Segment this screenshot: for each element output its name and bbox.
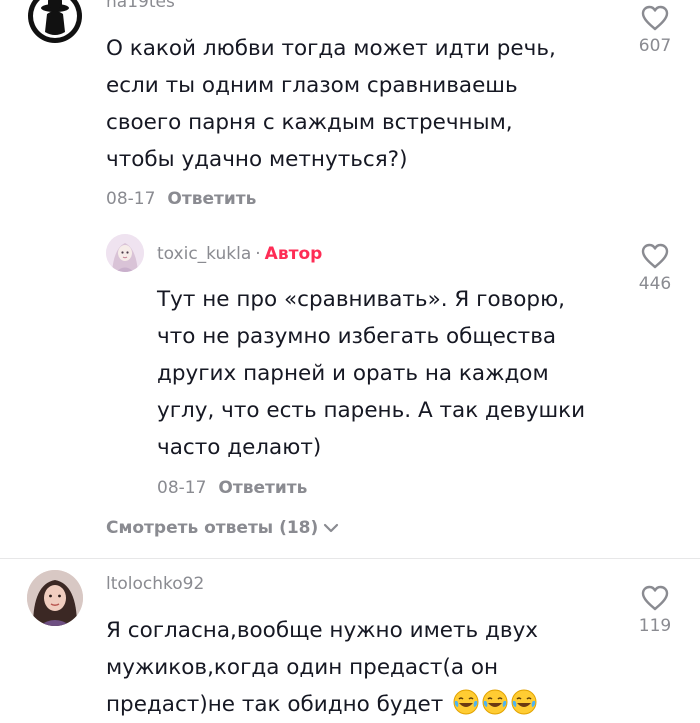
- comment-text-line-with-emoji: предаст)не так обидно будет: [106, 686, 538, 723]
- comment-item: ltolochko92 Я согласна,вообще нужно имет…: [0, 0, 700, 718]
- comment-text-line: мужиков,когда один предаст(а он: [106, 655, 499, 680]
- heart-outline-icon: [641, 585, 669, 611]
- like-button[interactable]: 119: [633, 584, 677, 636]
- comment-username[interactable]: ltolochko92: [106, 574, 204, 594]
- face-with-tears-of-joy-icon: [482, 689, 508, 715]
- comment-text-line: предаст)не так обидно будет: [106, 692, 444, 717]
- like-count: 119: [638, 616, 672, 636]
- comment-list: na19tes О какой любви тогда может идти р…: [0, 0, 700, 718]
- comment-text-line: Я согласна,вообще нужно иметь двух: [106, 618, 539, 643]
- comment-text: Я согласна,вообще нужно иметь двух мужик…: [106, 612, 538, 723]
- face-with-tears-of-joy-icon: [511, 689, 537, 715]
- avatar[interactable]: [27, 570, 83, 626]
- face-with-tears-of-joy-icon: [453, 689, 479, 715]
